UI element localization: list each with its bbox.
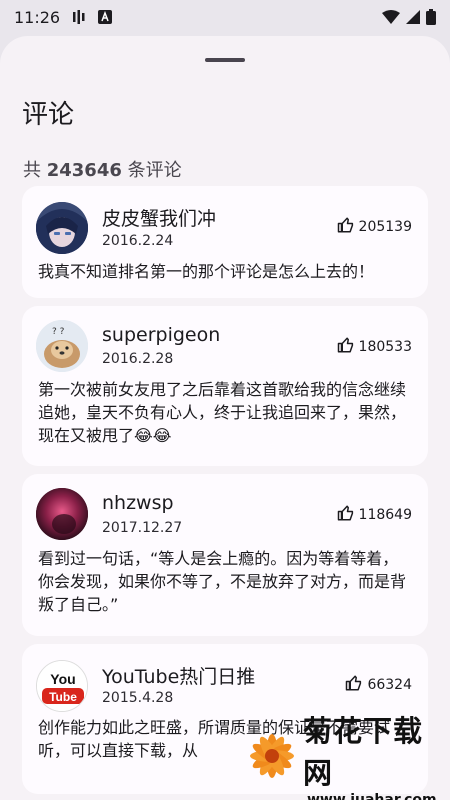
comment-text: 看到过一句话，“等人是会上瘾的。因为等着等着，你会发现，如果你不等了，不是放弃了…	[38, 549, 407, 614]
like-button[interactable]: 205139	[337, 216, 412, 238]
comment-date: 2016.2.28	[102, 351, 174, 367]
status-bar: 11:26	[0, 0, 450, 34]
chrysanthemum-logo-icon	[245, 726, 299, 790]
sheet-title: 评论	[22, 100, 75, 130]
thumb-up-icon	[337, 216, 355, 238]
comment-date: 2016.2.24	[102, 233, 174, 249]
user-name[interactable]: 皮皮蟹我们冲	[102, 204, 216, 231]
user-name[interactable]: YouTube热门日推	[102, 662, 255, 689]
thumb-up-icon	[345, 674, 363, 696]
count-suffix: 条评论	[127, 160, 182, 181]
site-watermark: 菊花下载网 www.juahar.com	[245, 714, 450, 800]
drag-handle[interactable]	[205, 58, 245, 62]
like-button[interactable]: 118649	[337, 504, 412, 526]
cell-signal-icon	[406, 10, 420, 24]
avatar[interactable]	[36, 202, 88, 254]
watermark-url: www.juahar.com	[307, 791, 437, 800]
like-count: 118649	[358, 507, 412, 523]
comment-text: 我真不知道排名第一的那个评论是怎么上去的！	[38, 262, 375, 281]
thumb-up-icon	[337, 336, 355, 358]
user-name[interactable]: nhzwsp	[102, 492, 174, 514]
comment-text: 第一次被前女友甩了之后靠着这首歌给我的信念继续追她，皇天不负有心人，终于让我追回…	[38, 380, 407, 445]
comment-card: nhzwsp 2017.12.27 118649 看到过一句话，“等人是会上瘾的…	[22, 474, 428, 636]
status-time: 11:26	[14, 7, 61, 27]
watermark-title: 菊花下载网	[303, 713, 424, 790]
battery-icon	[426, 9, 436, 25]
user-name[interactable]: superpigeon	[102, 324, 220, 346]
thumb-up-icon	[337, 504, 355, 526]
comment-card: ? ? superpigeon 2016.2.28 180533 第一次被前女友…	[22, 306, 428, 466]
avatar[interactable]: ? ?	[36, 320, 88, 372]
avatar[interactable]	[36, 488, 88, 540]
wifi-icon	[382, 10, 400, 24]
like-button[interactable]: 66324	[345, 674, 412, 696]
youtube-logo-you: You	[50, 671, 75, 687]
like-count: 180533	[358, 339, 412, 355]
comment-count: 共 243646 条评论	[23, 156, 182, 182]
svg-text:? ?: ? ?	[52, 327, 65, 337]
like-count: 66324	[367, 677, 412, 693]
like-button[interactable]: 180533	[337, 336, 412, 358]
count-prefix: 共	[23, 160, 41, 181]
signal-bars-icon	[72, 10, 86, 24]
a-box-icon	[98, 10, 113, 24]
youtube-logo-tube: Tube	[49, 690, 77, 704]
count-value: 243646	[46, 160, 122, 181]
like-count: 205139	[358, 219, 412, 235]
comment-date: 2015.4.28	[102, 690, 174, 706]
comment-date: 2017.12.27	[102, 520, 183, 536]
youtube-avatar[interactable]: You Tube	[36, 660, 88, 712]
comment-card: 皮皮蟹我们冲 2016.2.24 205139 我真不知道排名第一的那个评论是怎…	[22, 186, 428, 298]
comments-sheet: 评论 共 243646 条评论 皮皮蟹我们冲 2016.2.24 205139 …	[0, 36, 450, 800]
